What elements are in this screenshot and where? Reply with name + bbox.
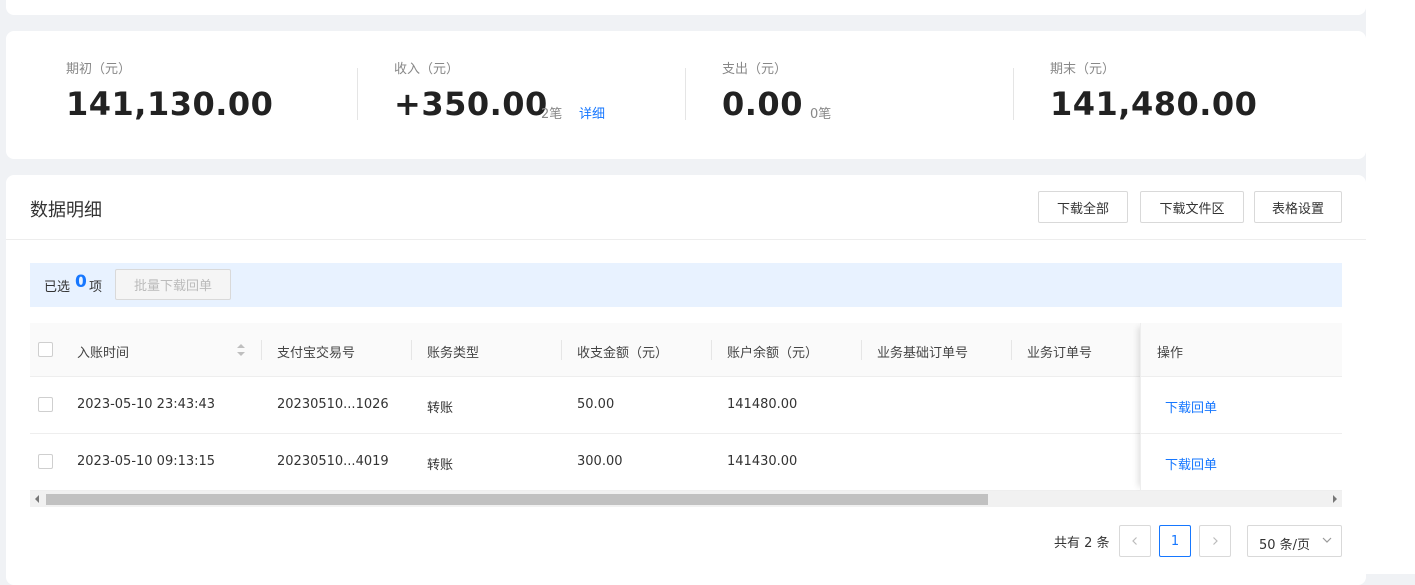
selection-count: 0 [75, 272, 87, 292]
download-receipt-link[interactable]: 下载回单 [1165, 397, 1217, 416]
page-number-button[interactable]: 1 [1159, 525, 1191, 557]
right-edge-panel [1366, 0, 1415, 574]
data-detail-card: 数据明细 下载全部 下载文件区 表格设置 已选 0 项 批量下载回单 入账时间 … [6, 175, 1366, 585]
header-time[interactable]: 入账时间 [77, 342, 129, 361]
action-cell: 下载回单 [1141, 434, 1342, 491]
column-separator [861, 340, 862, 360]
stat-value: +350.00 [394, 85, 548, 123]
cell-type: 转账 [427, 458, 454, 473]
download-file-area-button[interactable]: 下载文件区 [1140, 191, 1244, 223]
cell-trade-no: 20230510...4019 [277, 454, 389, 469]
header-balance: 账户余额（元） [727, 346, 819, 361]
scroll-right-icon[interactable] [1333, 495, 1337, 503]
fixed-action-column: 操作 下载回单 下载回单 [1140, 323, 1342, 491]
header-action: 操作 [1157, 346, 1184, 361]
stat-label: 期末（元） [1050, 62, 1116, 77]
selection-unit: 项 [89, 280, 103, 295]
scrollbar-thumb[interactable] [46, 494, 988, 505]
page-size-value: 50 条/页 [1259, 538, 1311, 553]
action-header-cell: 操作 [1141, 323, 1342, 377]
header-type: 账务类型 [427, 346, 480, 361]
batch-download-receipt-button[interactable]: 批量下载回单 [115, 269, 231, 300]
cell-time: 2023-05-10 09:13:15 [77, 454, 216, 469]
stat-count: 2笔 [541, 107, 563, 122]
page-size-select[interactable]: 50 条/页 [1247, 525, 1342, 557]
download-receipt-link[interactable]: 下载回单 [1165, 454, 1217, 473]
scroll-left-icon[interactable] [35, 495, 39, 503]
header-order-no: 业务订单号 [1027, 346, 1093, 361]
cell-type: 转账 [427, 401, 454, 416]
stat-value: 0.00 [722, 85, 803, 123]
stat-label: 期初（元） [66, 62, 132, 77]
next-page-button[interactable] [1199, 525, 1231, 557]
action-cell: 下载回单 [1141, 377, 1342, 434]
row-checkbox[interactable] [38, 454, 53, 469]
divider [1013, 68, 1014, 120]
cell-time: 2023-05-10 23:43:43 [77, 397, 216, 412]
chevron-right-icon [1213, 537, 1218, 545]
horizontal-scrollbar[interactable] [30, 491, 1342, 507]
header-amount: 收支金额（元） [577, 346, 669, 361]
prev-page-button[interactable] [1119, 525, 1151, 557]
cell-trade-no: 20230510...1026 [277, 397, 389, 412]
download-all-button[interactable]: 下载全部 [1038, 191, 1128, 223]
table-settings-button[interactable]: 表格设置 [1254, 191, 1342, 223]
chevron-down-icon [1322, 537, 1332, 543]
data-table: 入账时间 支付宝交易号 账务类型 收支金额（元） 账户余额（元） 业务基础订单号… [30, 323, 1342, 509]
stat-count: 0笔 [810, 107, 832, 122]
selection-prefix: 已选 [44, 280, 71, 295]
chevron-left-icon [1132, 537, 1137, 545]
cell-balance: 141480.00 [727, 397, 798, 412]
income-detail-link[interactable]: 详细 [579, 103, 605, 122]
column-separator [261, 340, 262, 360]
cell-balance: 141430.00 [727, 454, 798, 469]
stat-value: 141,130.00 [66, 85, 274, 123]
column-separator [561, 340, 562, 360]
stat-value: 141,480.00 [1050, 85, 1258, 123]
row-checkbox[interactable] [38, 397, 53, 412]
divider [685, 68, 686, 120]
summary-card: 期初（元） 141,130.00 收入（元） +350.00 2笔 详细 支出（… [6, 31, 1366, 159]
cell-amount: 50.00 [577, 397, 615, 412]
selection-bar: 已选 0 项 批量下载回单 [30, 263, 1342, 307]
header-trade-no: 支付宝交易号 [277, 346, 356, 361]
header-base-order-no: 业务基础订单号 [877, 346, 969, 361]
select-all-checkbox[interactable] [38, 342, 53, 357]
stat-label: 支出（元） [722, 62, 788, 77]
column-separator [711, 340, 712, 360]
divider [357, 68, 358, 120]
header-divider [6, 239, 1366, 240]
stat-label: 收入（元） [394, 62, 460, 77]
section-title: 数据明细 [30, 200, 102, 221]
column-separator [411, 340, 412, 360]
top-card [6, 0, 1366, 15]
sort-icon[interactable] [236, 343, 246, 357]
total-count: 共有 2 条 [1054, 536, 1110, 551]
column-separator [1011, 340, 1012, 360]
cell-amount: 300.00 [577, 454, 623, 469]
